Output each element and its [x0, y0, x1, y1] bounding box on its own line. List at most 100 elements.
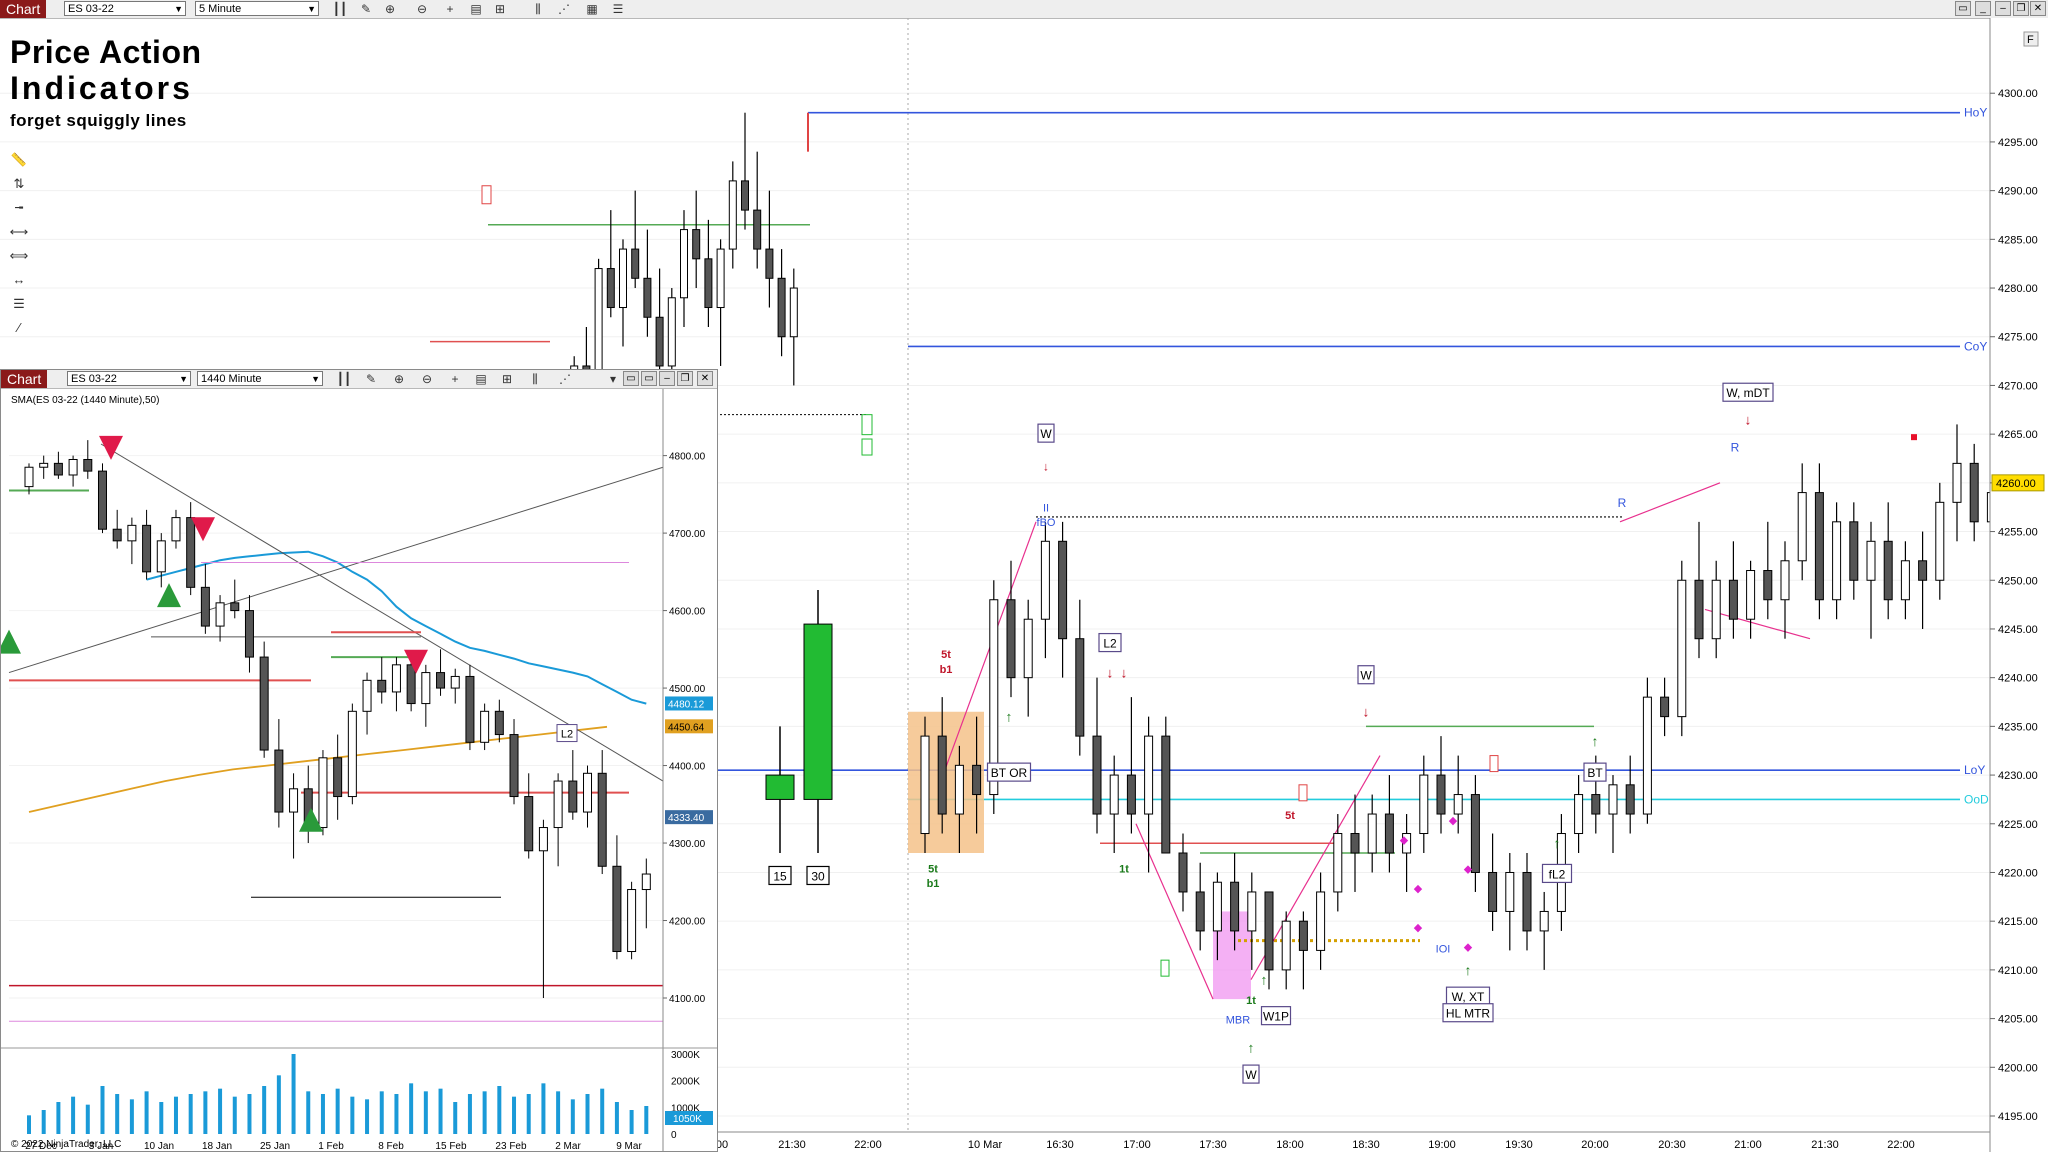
main-interval-value: 5 Minute [199, 3, 242, 15]
inset-candle [244, 610, 254, 658]
main-chart-tab[interactable]: Chart [0, 0, 47, 18]
inset-candle [421, 672, 431, 705]
trend-line-pink-4 [1619, 482, 1721, 523]
crosshair-icon[interactable]: + [442, 1, 458, 17]
strategies-icon[interactable]: ⋰ [556, 1, 572, 17]
bar-type-icon[interactable]: ┃┃ [336, 371, 352, 387]
inset-interval-select[interactable]: 1440 Minute ▼ [197, 371, 323, 386]
minimize-window-icon[interactable]: ▭ [641, 371, 657, 386]
crosshair-icon[interactable]: + [447, 371, 463, 387]
annot-fbo: fBO [1037, 517, 1056, 529]
ruler-icon[interactable]: 📏 [8, 148, 30, 172]
volume-bar [556, 1091, 561, 1134]
volume-bar [71, 1096, 76, 1134]
inset-candle [171, 517, 181, 542]
session-candle [937, 735, 947, 815]
volume-bar [526, 1094, 531, 1134]
strategies-icon[interactable]: ⋰ [557, 371, 573, 387]
data-box-icon[interactable]: ⊞ [492, 1, 508, 17]
volume-bar [100, 1086, 105, 1134]
arrow-line-icon[interactable]: ↔ [8, 268, 30, 292]
volume-bar [512, 1096, 517, 1134]
price-tick-label: 4205.00 [1998, 1014, 2038, 1026]
volume-bar [159, 1102, 164, 1134]
volume-tick-label: 0 [671, 1130, 677, 1141]
main-toolbar: Chart ES 03-22 ▼ 5 Minute ▼ ┃┃ ✎ ⊕ ⊖ + ▤ ⊞… [0, 0, 2048, 19]
list-icon[interactable]: ☰ [610, 1, 626, 17]
inset-price-axis: SMA(ES 03-22 (1440 Minute),50) 4800.00 470… [11, 389, 713, 1151]
main-candles [558, 112, 1996, 990]
pen-icon[interactable]: ∕ [8, 316, 30, 340]
session-candle [1453, 794, 1463, 815]
price-tick-label: 4275.00 [1998, 332, 2038, 344]
time-tick-label: 22:00 [1887, 1139, 1915, 1151]
annot-b1: b1 [940, 664, 953, 676]
main-instrument-value: ES 03-22 [68, 3, 114, 15]
inset-time-tick-label: 23 Feb [495, 1141, 527, 1151]
volume-bar [394, 1094, 399, 1134]
inset-candle [259, 656, 269, 751]
main-instrument-select[interactable]: ES 03-22 ▼ [64, 1, 186, 16]
templates-icon[interactable]: ▦ [584, 1, 600, 17]
zoom-in-icon[interactable]: ⊕ [382, 1, 398, 17]
volume-bar [276, 1075, 281, 1134]
inset-time-tick-label: 8 Feb [378, 1141, 404, 1151]
pencil-icon[interactable]: ✎ [363, 371, 379, 387]
session-candle [1677, 579, 1687, 718]
inset-price-label: 4333.40 [668, 813, 705, 824]
inset-price-tick-label: 4600.00 [669, 607, 706, 618]
indicators-icon[interactable]: ⫼ [530, 1, 546, 17]
close-icon[interactable]: ✕ [697, 371, 713, 386]
zoom-in-icon[interactable]: ⊕ [391, 371, 407, 387]
inset-instrument-select[interactable]: ES 03-22 ▼ [67, 371, 191, 386]
annot-w-2: W [1245, 1068, 1257, 1082]
volume-bar [85, 1104, 90, 1134]
properties-icon[interactable]: ▤ [468, 1, 484, 17]
ray-icon[interactable]: ⟷ [8, 220, 30, 244]
prior-session-candle [753, 209, 762, 250]
session-candle [1058, 540, 1068, 640]
tile-window-icon[interactable]: ▭ [623, 371, 639, 386]
session-candle [1711, 579, 1721, 640]
fib-icon[interactable]: ⇅ [8, 172, 30, 196]
arrow-up-icon: ↑ [1261, 972, 1268, 988]
restore-icon[interactable]: ❐ [677, 371, 693, 386]
volume-bar [629, 1110, 634, 1134]
minimize-icon[interactable]: – [1995, 1, 2011, 16]
properties-icon[interactable]: ▤ [473, 371, 489, 387]
annot-bt-or: BT OR [991, 766, 1028, 780]
bar-type-icon[interactable]: ┃┃ [332, 1, 348, 17]
zoom-out-icon[interactable]: ⊖ [414, 1, 430, 17]
inset-candle [612, 865, 622, 953]
prior-session-candle [594, 268, 603, 377]
data-box-icon[interactable]: ⊞ [499, 371, 515, 387]
session-candle [1144, 735, 1154, 815]
main-interval-select[interactable]: 5 Minute ▼ [195, 1, 319, 16]
zoom-out-icon[interactable]: ⊖ [419, 371, 435, 387]
time-tick-label: 18:30 [1352, 1139, 1380, 1151]
minimize-window-icon[interactable]: _ [1975, 1, 1991, 16]
pencil-icon[interactable]: ✎ [358, 1, 374, 17]
price-tick-label: 4220.00 [1998, 867, 2038, 879]
daily-price-chart[interactable]: SMA(ES 03-22 (1440 Minute),50) 4800.00 470… [1, 389, 717, 1151]
bull-flag-icon-3 [861, 438, 873, 456]
hline-icon[interactable]: ╼ [8, 196, 30, 220]
minimize-icon[interactable]: – [659, 371, 675, 386]
annot-w1p: W1P [1263, 1010, 1289, 1024]
inset-candle [68, 458, 78, 476]
extended-line-icon[interactable]: ⟺ [8, 244, 30, 268]
dropdown-icon[interactable]: ▾ [605, 371, 621, 387]
session-candle [1642, 696, 1652, 815]
prior-session-candle [643, 277, 652, 318]
time-tick-label: 10 Mar [968, 1139, 1003, 1151]
indicators-icon[interactable]: ⫼ [527, 371, 543, 387]
close-icon[interactable]: ✕ [2030, 1, 2046, 16]
channel-icon[interactable]: ☰ [8, 292, 30, 316]
inset-time-tick-label: 2 Mar [555, 1141, 581, 1151]
session-candle [1212, 881, 1222, 932]
inset-time-tick-label: 25 Jan [260, 1141, 290, 1151]
tile-window-icon[interactable]: ▭ [1955, 1, 1971, 16]
inset-chart-tab[interactable]: Chart [1, 370, 48, 388]
restore-icon[interactable]: ❐ [2013, 1, 2029, 16]
volume-bar [644, 1106, 649, 1134]
